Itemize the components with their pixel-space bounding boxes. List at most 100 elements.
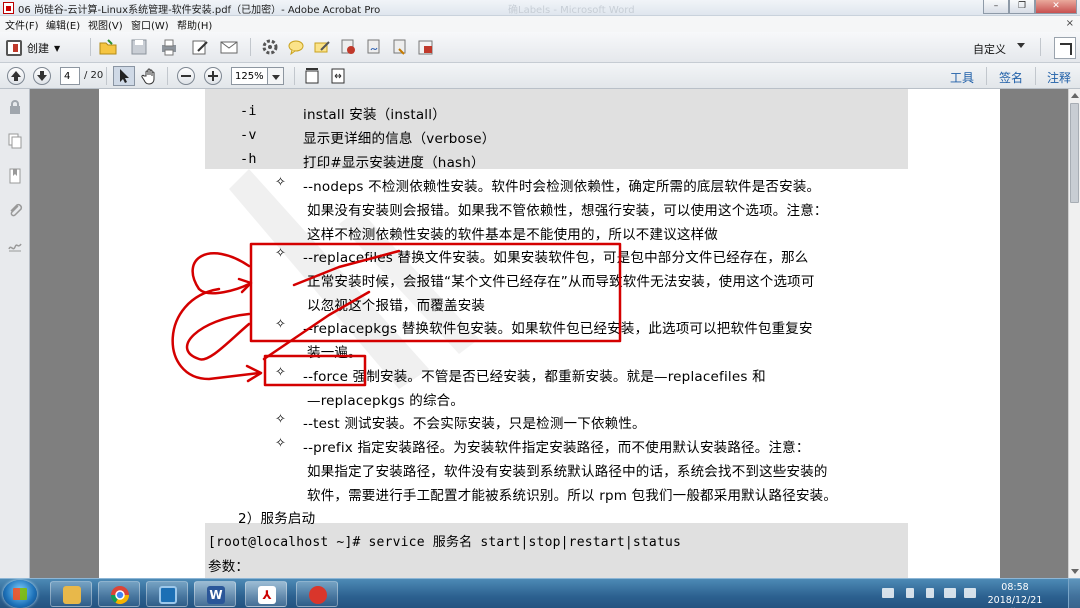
close-button[interactable]: ✕ [1035, 0, 1077, 14]
scroll-down-icon[interactable] [1071, 569, 1079, 574]
option-description: 打印#显示安装进度（hash） [303, 155, 485, 171]
toolbar-separator [106, 67, 107, 85]
sign-panel-link[interactable]: 签名 [999, 69, 1023, 86]
params-label: 参数： [208, 559, 250, 575]
bullet-text-line: --nodeps 不检测依赖性安装。软件时会检测依赖性，确定所需的底层软件是否安… [303, 179, 821, 195]
fit-width-icon[interactable] [329, 67, 347, 85]
minimize-button[interactable]: – [983, 0, 1009, 14]
option-flag: -h [240, 151, 257, 167]
network-signal-icon[interactable] [944, 588, 956, 598]
lock-icon[interactable] [7, 99, 23, 115]
zoom-level-input[interactable] [231, 67, 268, 85]
toolbar-separator [1040, 38, 1041, 56]
option-description: 显示更详细的信息（verbose） [303, 131, 496, 147]
menu-window[interactable]: 窗口(W) [131, 17, 169, 32]
sign-document-icon[interactable] [364, 37, 384, 57]
show-desktop-button[interactable] [1068, 579, 1080, 608]
menu-file[interactable]: 文件(F) [5, 17, 39, 32]
taskbar-app-netease[interactable] [296, 581, 338, 607]
volume-icon[interactable] [964, 588, 976, 598]
zoom-in-button[interactable] [204, 67, 222, 85]
windows-taskbar: W ⅄ 08:58 2018/12/21 星期五 [0, 578, 1080, 608]
option-description: install 安装（install） [303, 107, 446, 123]
system-clock[interactable]: 08:58 2018/12/21 星期五 [985, 581, 1045, 608]
taskbar-app-acrobat[interactable]: ⅄ [245, 581, 287, 607]
select-tool-button[interactable] [113, 66, 135, 86]
cursor-arrow-icon [120, 69, 129, 83]
clock-date: 2018/12/21 星期五 [987, 595, 1043, 606]
toolbar-separator [90, 38, 91, 56]
secure-document-icon[interactable] [416, 37, 436, 57]
gear-icon[interactable] [260, 37, 280, 57]
plus-icon [208, 71, 218, 81]
page-number-input[interactable] [60, 67, 80, 85]
menu-view[interactable]: 视图(V) [88, 17, 123, 32]
taskbar-app-explorer[interactable] [50, 581, 92, 607]
acrobat-app-icon [3, 2, 14, 14]
clock-time: 08:58 [1001, 582, 1029, 593]
word-icon: W [207, 586, 225, 604]
print-icon[interactable] [159, 37, 179, 57]
hand-tool-icon[interactable] [141, 67, 159, 85]
export-icon[interactable] [390, 37, 410, 57]
toolbar-separator [1035, 67, 1036, 85]
scroll-up-icon[interactable] [1071, 93, 1079, 98]
arrow-up-icon [11, 71, 21, 81]
previous-page-button[interactable] [7, 67, 25, 85]
comment-bubble-icon[interactable] [286, 37, 306, 57]
save-icon[interactable] [129, 37, 149, 57]
bullet-text-line: --prefix 指定安装路径。为安装软件指定安装路径，而不使用默认安装路径。注… [303, 440, 810, 456]
customize-dropdown[interactable]: 自定义 [973, 41, 1006, 57]
open-folder-icon[interactable] [98, 37, 118, 57]
bullet-text-line: --force 强制安装。不管是否已经安装，都重新安装。就是—replacefi… [303, 369, 766, 385]
expand-icon[interactable] [1054, 37, 1076, 59]
minus-icon [181, 75, 191, 77]
vertical-scrollbar[interactable] [1068, 89, 1080, 578]
bullet-text-line: 以忽视这个报错，而覆盖安装 [307, 298, 486, 314]
toolbar-separator [250, 38, 251, 56]
menu-help[interactable]: 帮助(H) [177, 17, 212, 32]
restore-button[interactable]: ❐ [1009, 0, 1035, 14]
create-button[interactable]: 创建 ▼ [6, 38, 60, 58]
navigation-toolbar: / 20 工具 签名 注释 [0, 63, 1080, 89]
zoom-out-button[interactable] [177, 67, 195, 85]
scroll-thumb[interactable] [1070, 103, 1079, 203]
menu-bar: 文件(F) 编辑(E) 视图(V) 窗口(W) 帮助(H) × [0, 16, 1080, 32]
chrome-icon [111, 586, 129, 605]
start-button[interactable] [3, 580, 37, 608]
taskbar-app-chrome[interactable] [98, 581, 140, 607]
bullet-text-line: 装一遍。 [307, 345, 362, 361]
tools-panel-link[interactable]: 工具 [950, 69, 974, 86]
command-line: [root@localhost ~]# service 服务名 start|st… [208, 535, 682, 550]
document-close-icon[interactable]: × [1066, 18, 1074, 29]
document-viewport[interactable]: -i install 安装（install） -v 显示更详细的信息（verbo… [30, 89, 1068, 578]
tray-icon[interactable] [926, 588, 934, 598]
next-page-button[interactable] [33, 67, 51, 85]
page-total: / 20 [84, 70, 104, 81]
edit-document-icon[interactable] [190, 37, 210, 57]
netease-music-icon [309, 586, 327, 604]
taskbar-app-word[interactable]: W [194, 581, 236, 607]
navigation-pane [0, 89, 30, 578]
option-flag: -i [240, 103, 257, 119]
window-title: 06 尚硅谷-云计算-Linux系统管理-软件安装.pdf（已加密）- Adob… [18, 5, 381, 16]
zoom-dropdown-button[interactable] [268, 67, 284, 85]
highlight-icon[interactable] [312, 37, 332, 57]
taskbar-app-virtualbox[interactable] [146, 581, 188, 607]
diamond-bullet-icon: ✧ [275, 246, 286, 261]
email-icon[interactable] [219, 37, 239, 57]
tray-icon[interactable] [906, 588, 914, 598]
fit-page-icon[interactable] [303, 67, 321, 85]
attachment-paperclip-icon[interactable] [7, 202, 23, 218]
stamp-icon[interactable] [338, 37, 358, 57]
bullet-text-line: --replacefiles 替换文件安装。如果安装软件包，可是包中部分文件已经… [303, 250, 809, 266]
comment-panel-link[interactable]: 注释 [1047, 69, 1071, 86]
section-heading: 2）服务启动 [238, 511, 316, 527]
bullet-text-line: --replacepkgs 替换软件包安装。如果软件包已经安装，此选项可以把软件… [303, 321, 813, 337]
bookmark-icon[interactable] [7, 168, 23, 184]
page-thumbnails-icon[interactable] [7, 133, 23, 149]
signatures-icon[interactable] [7, 237, 23, 253]
keyboard-tray-icon[interactable] [882, 588, 894, 598]
menu-edit[interactable]: 编辑(E) [46, 17, 80, 32]
bullet-text-line: —replacepkgs 的综合。 [307, 393, 465, 409]
